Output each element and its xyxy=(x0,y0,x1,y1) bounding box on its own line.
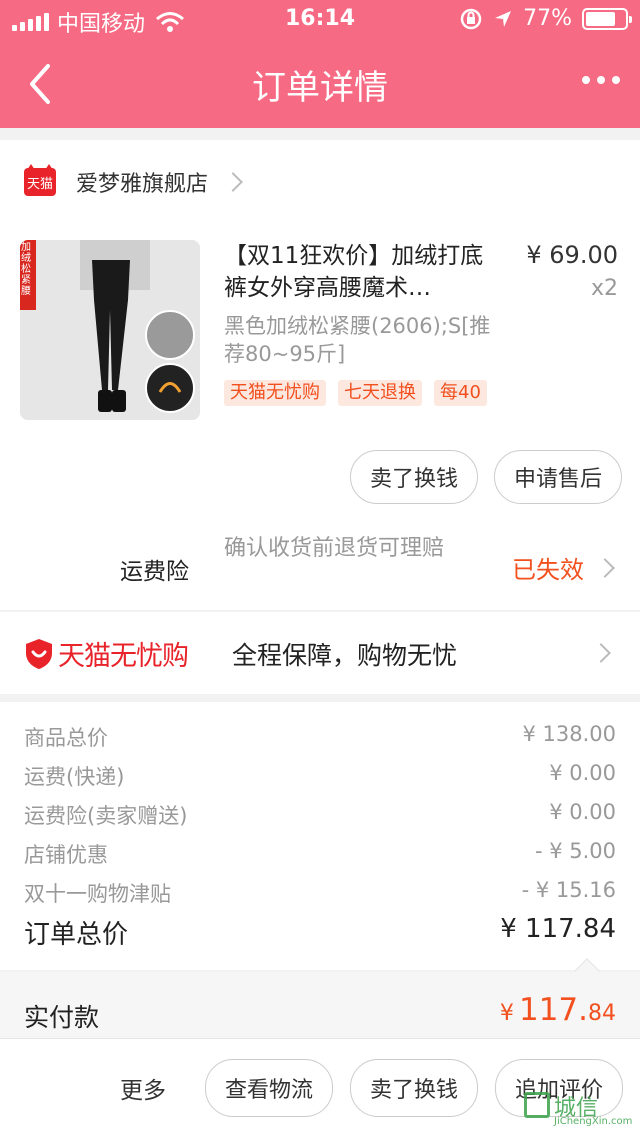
resell-button[interactable]: 卖了换钱 xyxy=(350,450,478,504)
more-dots-icon xyxy=(582,76,590,84)
price-summary: 商品总价 ¥ 138.00 运费(快递) ¥ 0.00 运费险(卖家赠送) ¥ … xyxy=(0,702,640,970)
summary-value: ¥ 0.00 xyxy=(549,761,616,785)
paid-amount: ¥ 117.84 xyxy=(500,992,616,1028)
paid-label: 实付款 xyxy=(24,1003,100,1032)
nav-bar: 订单详情 xyxy=(0,40,640,128)
service-tags: 天猫无忧购 七天退换 每40 xyxy=(224,380,510,406)
summary-value: ¥ 0.00 xyxy=(549,800,616,824)
order-item-card: 天猫 爱梦雅旗舰店 加绒松紧腰 【双11狂欢价】加绒打底裤女外穿高腰魔术… ¥ … xyxy=(0,140,640,610)
order-total-label: 订单总价 xyxy=(24,920,129,950)
chevron-right-icon xyxy=(223,172,243,192)
currency-symbol: ¥ xyxy=(499,1001,514,1026)
summary-row: 运费(快递) ¥ 0.00 xyxy=(24,761,616,791)
summary-row: 双十一购物津贴 - ¥ 15.16 xyxy=(24,878,616,908)
battery-percent: 77% xyxy=(523,6,572,31)
guarantee-slogan: 全程保障，购物无忧 xyxy=(232,641,458,670)
status-bar: 中国移动 16:14 77% xyxy=(0,0,640,40)
watermark-url: JiChengXin.com xyxy=(554,1116,633,1127)
header: 中国移动 16:14 77% 订单详情 xyxy=(0,0,640,128)
watermark: 城信 JiChengXin.com xyxy=(524,1088,634,1132)
summary-value: - ¥ 15.16 xyxy=(521,878,616,902)
after-sale-button[interactable]: 申请售后 xyxy=(494,450,622,504)
guarantee-brand: 天猫无忧购 xyxy=(58,641,189,672)
shop-name: 爱梦雅旗舰店 xyxy=(76,172,209,197)
thumbnail-caption: 加绒松紧腰 xyxy=(21,242,31,297)
tag-seven-day-return: 七天退换 xyxy=(338,380,422,406)
page-title: 订单详情 xyxy=(252,68,388,108)
order-total-row: 订单总价 ¥ 117.84 xyxy=(24,914,616,951)
tag-promo: 每40 xyxy=(434,380,487,406)
insurance-status-text: 已失效 xyxy=(512,556,584,584)
paid-amount-row: 实付款 ¥ 117.84 xyxy=(0,958,640,1038)
tag-worry-free: 天猫无忧购 xyxy=(224,380,326,406)
shop-link[interactable]: 天猫 爱梦雅旗舰店 xyxy=(24,164,243,198)
paid-integer: 117. xyxy=(518,992,588,1028)
summary-label: 运费(快递) xyxy=(24,765,125,789)
more-button[interactable] xyxy=(582,76,620,84)
resell-bottom-button[interactable]: 卖了换钱 xyxy=(350,1059,478,1117)
product-thumbnail[interactable]: 加绒松紧腰 xyxy=(20,240,200,420)
location-icon xyxy=(495,10,512,27)
chevron-right-icon xyxy=(591,643,611,663)
product-price: ¥ 69.00 xyxy=(526,241,618,269)
summary-label: 双十一购物津贴 xyxy=(24,882,171,906)
tmall-icon: 天猫 xyxy=(24,164,56,196)
summary-row: 运费险(卖家赠送) ¥ 0.00 xyxy=(24,800,616,830)
product-quantity: x2 xyxy=(590,276,618,301)
summary-value: ¥ 138.00 xyxy=(522,722,616,746)
shipping-insurance-status[interactable]: 已失效 xyxy=(512,550,615,585)
summary-row: 店铺优惠 - ¥ 5.00 xyxy=(24,839,616,869)
bottom-action-bar: 更多 查看物流 卖了换钱 追加评价 城信 JiChengXin.com xyxy=(0,1038,640,1136)
product-image xyxy=(20,240,200,420)
shipping-insurance-desc: 确认收货前退货可理赔 xyxy=(224,536,445,561)
status-right: 77% xyxy=(459,6,632,31)
order-total-value: ¥ 117.84 xyxy=(500,914,616,944)
summary-label: 店铺优惠 xyxy=(24,843,108,867)
product-title[interactable]: 【双11狂欢价】加绒打底裤女外穿高腰魔术… xyxy=(224,240,494,304)
summary-label: 商品总价 xyxy=(24,726,108,750)
paid-decimal: 84 xyxy=(588,1001,616,1026)
battery-icon xyxy=(582,7,632,30)
tmall-badge-text: 天猫 xyxy=(26,176,53,192)
product-sku: 黑色加绒松紧腰(2606);S[推荐80~95斤] xyxy=(224,314,491,366)
view-logistics-button[interactable]: 查看物流 xyxy=(205,1059,333,1117)
shield-icon xyxy=(26,638,52,669)
rotation-lock-icon xyxy=(460,8,482,29)
shipping-insurance-label: 运费险 xyxy=(120,559,189,585)
summary-label: 运费险(卖家赠送) xyxy=(24,804,188,828)
more-actions-button[interactable]: 更多 xyxy=(120,1071,166,1105)
summary-value: - ¥ 5.00 xyxy=(534,839,616,863)
tmall-guarantee-row[interactable]: 天猫无忧购 全程保障，购物无忧 xyxy=(0,612,640,694)
chevron-right-icon xyxy=(595,557,615,578)
summary-row: 商品总价 ¥ 138.00 xyxy=(24,722,616,752)
tmall-guarantee-logo: 天猫无忧购 xyxy=(24,634,189,673)
watermark-logo-icon xyxy=(524,1092,550,1118)
